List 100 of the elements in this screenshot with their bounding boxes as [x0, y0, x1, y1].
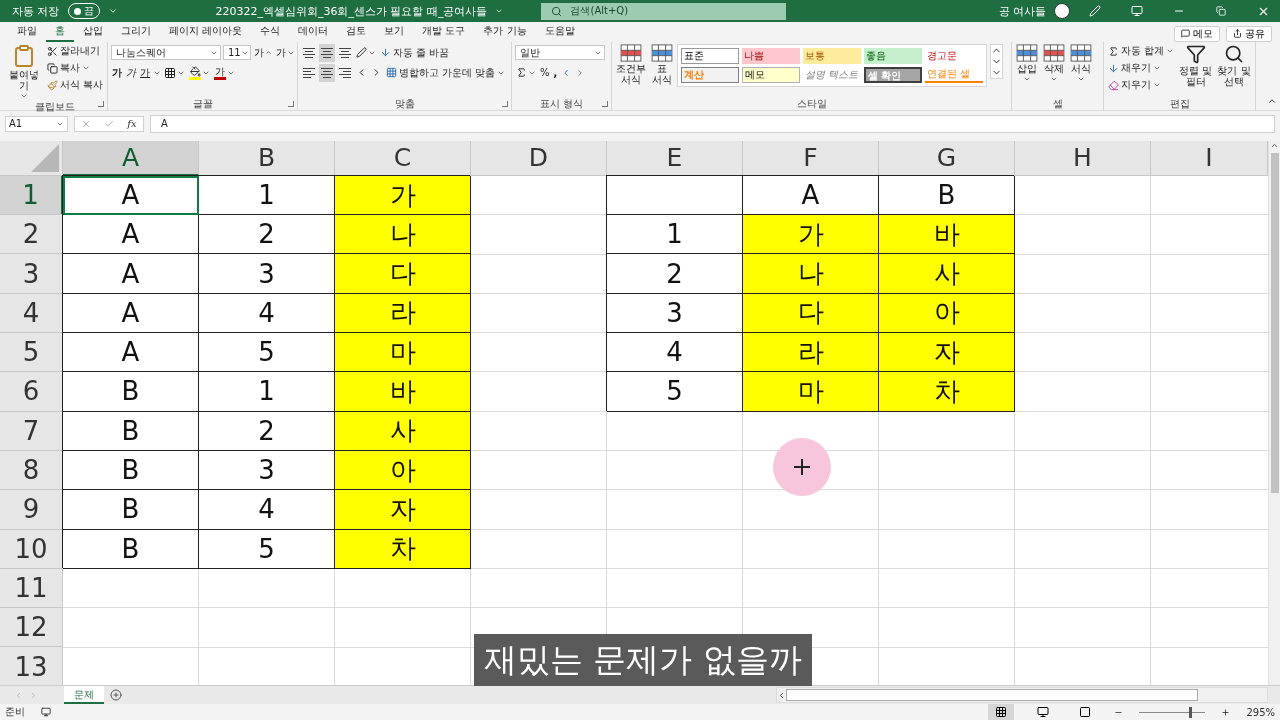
row-header[interactable]: 12: [0, 608, 63, 648]
ribbon-tab[interactable]: 페이지 레이아웃: [160, 22, 252, 42]
spreadsheet-cell[interactable]: 1: [199, 175, 335, 216]
spreadsheet-cell[interactable]: 다: [743, 293, 879, 334]
cell-style-option[interactable]: 메모: [742, 66, 800, 83]
sort-filter-button[interactable]: 정렬 및 필터: [1178, 43, 1214, 87]
spreadsheet-cell[interactable]: B: [63, 411, 199, 451]
sheet-tab[interactable]: 문제: [64, 686, 104, 704]
vertical-scrollbar[interactable]: [1268, 140, 1280, 685]
fill-button[interactable]: 채우기: [1107, 60, 1176, 76]
launcher-icon[interactable]: [288, 100, 294, 107]
row-header[interactable]: 1: [0, 175, 63, 216]
share-button[interactable]: 공유: [1226, 25, 1272, 42]
bold-button[interactable]: 가: [111, 63, 123, 82]
spreadsheet-cell[interactable]: B: [63, 490, 199, 530]
spreadsheet-cell[interactable]: [607, 175, 743, 216]
row-header[interactable]: 13: [0, 647, 63, 685]
fill-color-button[interactable]: [188, 63, 211, 82]
ribbon-tab[interactable]: 수식: [251, 22, 290, 42]
spreadsheet-cell[interactable]: 1: [199, 372, 335, 412]
launcher-icon[interactable]: [98, 100, 104, 107]
ribbon-tab[interactable]: 검토: [337, 22, 376, 42]
ribbon-tab[interactable]: 데이터: [289, 22, 338, 42]
spreadsheet-cell[interactable]: 바: [879, 215, 1015, 255]
ribbon-tab[interactable]: 개발 도구: [413, 22, 475, 42]
merge-center-button[interactable]: 병합하고 가운데 맞춤: [385, 65, 507, 81]
ribbon-tab[interactable]: 그리기: [112, 22, 160, 42]
spreadsheet-cell[interactable]: 다: [335, 254, 471, 294]
spreadsheet-cell[interactable]: 5: [607, 372, 743, 412]
search-field[interactable]: 검색(Alt+Q): [541, 2, 787, 20]
horizontal-scrollbar[interactable]: [776, 687, 1268, 703]
ribbon-tab[interactable]: 보기: [375, 22, 414, 42]
comments-button[interactable]: 메모: [1174, 25, 1220, 42]
spreadsheet-cell[interactable]: 아: [335, 450, 471, 491]
font-color-button[interactable]: 가: [213, 63, 236, 82]
cell-style-option[interactable]: 좋음: [864, 47, 922, 64]
ribbon-tab[interactable]: 삽입: [74, 22, 112, 42]
view-button[interactable]: [988, 704, 1015, 720]
spreadsheet-cell[interactable]: 2: [199, 411, 335, 451]
spreadsheet-cell[interactable]: B: [879, 175, 1015, 216]
format-cells-button[interactable]: 서식: [1069, 43, 1093, 83]
spreadsheet-cell[interactable]: 사: [335, 411, 471, 451]
spreadsheet-cell[interactable]: A: [63, 333, 199, 373]
spreadsheet-cell[interactable]: 가: [743, 215, 879, 255]
cell-style-option[interactable]: 나쁨: [742, 47, 800, 64]
column-header[interactable]: A: [63, 140, 199, 176]
spreadsheet-cell[interactable]: 바: [335, 372, 471, 412]
spreadsheet-cell[interactable]: 나: [335, 215, 471, 255]
percent-button[interactable]: %: [539, 63, 551, 82]
launcher-icon[interactable]: [602, 100, 608, 107]
spreadsheet-cell[interactable]: A: [63, 293, 199, 334]
autosum-button[interactable]: 자동 합계: [1107, 43, 1176, 59]
cell-style-option[interactable]: 보통: [803, 47, 861, 64]
number-format-field[interactable]: 일반: [515, 45, 605, 61]
spreadsheet-cell[interactable]: 5: [199, 529, 335, 569]
spreadsheet-cell[interactable]: B: [63, 450, 199, 491]
spreadsheet-cell[interactable]: 마: [335, 333, 471, 373]
spreadsheet-cell[interactable]: 라: [335, 293, 471, 334]
row-header[interactable]: 8: [0, 450, 63, 491]
column-header[interactable]: H: [1015, 140, 1151, 176]
column-header[interactable]: F: [743, 140, 879, 176]
italic-button[interactable]: 가: [125, 63, 137, 82]
avatar-icon[interactable]: [1054, 3, 1070, 19]
spreadsheet-cell[interactable]: A: [743, 175, 879, 216]
ribbon-tab[interactable]: 파일: [8, 22, 46, 42]
formula-field[interactable]: A: [150, 114, 1275, 133]
align-center-button[interactable]: [319, 63, 335, 82]
spreadsheet-cell[interactable]: 나: [743, 254, 879, 294]
font-name-field[interactable]: 나눔스퀘어: [111, 45, 221, 61]
row-header[interactable]: 6: [0, 372, 63, 412]
column-header[interactable]: D: [471, 140, 607, 176]
row-header[interactable]: 5: [0, 333, 63, 373]
gallery-scroll[interactable]: [990, 43, 1003, 79]
spreadsheet-cell[interactable]: 마: [743, 372, 879, 412]
format-painter-button[interactable]: 서식 복사: [45, 77, 104, 93]
insert-cells-button[interactable]: 삽입: [1015, 43, 1039, 83]
spreadsheet-cell[interactable]: 3: [199, 450, 335, 491]
launcher-icon[interactable]: [502, 100, 508, 107]
zoom-level[interactable]: 295%: [1246, 706, 1275, 718]
column-header[interactable]: C: [335, 140, 471, 176]
row-header[interactable]: 3: [0, 254, 63, 294]
ribbon-tab[interactable]: 홈: [46, 22, 74, 42]
clear-button[interactable]: 지우기: [1107, 77, 1176, 93]
spreadsheet-cell[interactable]: 아: [879, 293, 1015, 334]
paste-button[interactable]: 붙여넣기: [5, 43, 43, 100]
spreadsheet-cell[interactable]: 2: [199, 215, 335, 255]
spreadsheet-cell[interactable]: 4: [199, 293, 335, 334]
cell-style-option[interactable]: 표준: [681, 47, 739, 64]
spreadsheet-cell[interactable]: A: [63, 254, 199, 294]
spreadsheet-cell[interactable]: A: [63, 215, 199, 255]
conditional-formatting-button[interactable]: 조건부 서식: [615, 43, 647, 85]
spreadsheet-cell[interactable]: 3: [199, 254, 335, 294]
spreadsheet-cell[interactable]: 4: [199, 490, 335, 530]
shrink-font-button[interactable]: 가: [275, 43, 296, 62]
spreadsheet-cell[interactable]: 5: [199, 333, 335, 373]
row-header[interactable]: 10: [0, 529, 63, 569]
find-select-button[interactable]: 찾기 및 선택: [1216, 43, 1252, 87]
ribbon-tab[interactable]: 도움말: [535, 22, 584, 42]
spreadsheet-cell[interactable]: 사: [879, 254, 1015, 294]
column-header[interactable]: B: [199, 140, 335, 176]
